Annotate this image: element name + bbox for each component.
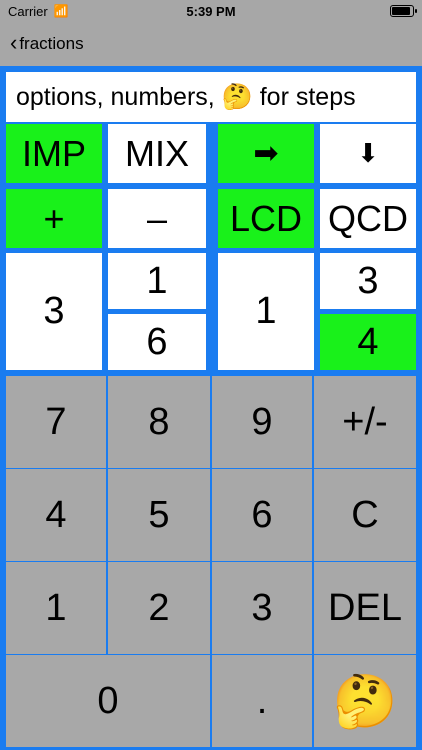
arrow-right-button[interactable]: ➡: [218, 124, 314, 183]
key-1[interactable]: 1: [6, 562, 106, 654]
key-2[interactable]: 2: [108, 562, 210, 654]
battery-icon: [390, 5, 417, 17]
sign-toggle-key[interactable]: +/-: [314, 376, 416, 468]
back-label: fractions: [19, 34, 84, 53]
arrow-down-button[interactable]: ⬇: [320, 124, 416, 183]
delete-key[interactable]: DEL: [314, 562, 416, 654]
fraction1-whole[interactable]: 3: [6, 253, 102, 370]
qcd-button[interactable]: QCD: [320, 189, 416, 248]
decimal-key[interactable]: .: [212, 655, 312, 747]
message-display: options, numbers, 🤔 for steps: [6, 72, 416, 122]
status-time: 5:39 PM: [186, 3, 236, 19]
thinking-face-icon[interactable]: 🤔: [314, 655, 416, 747]
fraction2-whole[interactable]: 1: [218, 253, 314, 370]
navigation-bar: ‹ fractions: [0, 22, 422, 66]
back-button[interactable]: ‹ fractions: [0, 30, 84, 55]
clear-key[interactable]: C: [314, 469, 416, 561]
key-5[interactable]: 5: [108, 469, 210, 561]
lcd-button[interactable]: LCD: [218, 189, 314, 248]
key-4[interactable]: 4: [6, 469, 106, 561]
key-7[interactable]: 7: [6, 376, 106, 468]
fraction2-numerator[interactable]: 3: [320, 253, 416, 309]
fraction1-denominator[interactable]: 6: [108, 314, 206, 370]
chevron-left-icon: ‹: [10, 30, 18, 55]
key-8[interactable]: 8: [108, 376, 210, 468]
status-bar: Carrier 📶 5:39 PM: [0, 0, 422, 22]
plus-button[interactable]: +: [6, 189, 102, 248]
minus-button[interactable]: –: [108, 189, 206, 248]
key-9[interactable]: 9: [212, 376, 312, 468]
key-0[interactable]: 0: [6, 655, 210, 747]
mix-button[interactable]: MIX: [108, 124, 206, 183]
key-3[interactable]: 3: [212, 562, 312, 654]
calculator-panel: options, numbers, 🤔 for steps IMP MIX ➡ …: [0, 66, 422, 750]
imp-button[interactable]: IMP: [6, 124, 102, 183]
fraction1-numerator[interactable]: 1: [108, 253, 206, 309]
fraction2-denominator[interactable]: 4: [320, 314, 416, 370]
key-6[interactable]: 6: [212, 469, 312, 561]
